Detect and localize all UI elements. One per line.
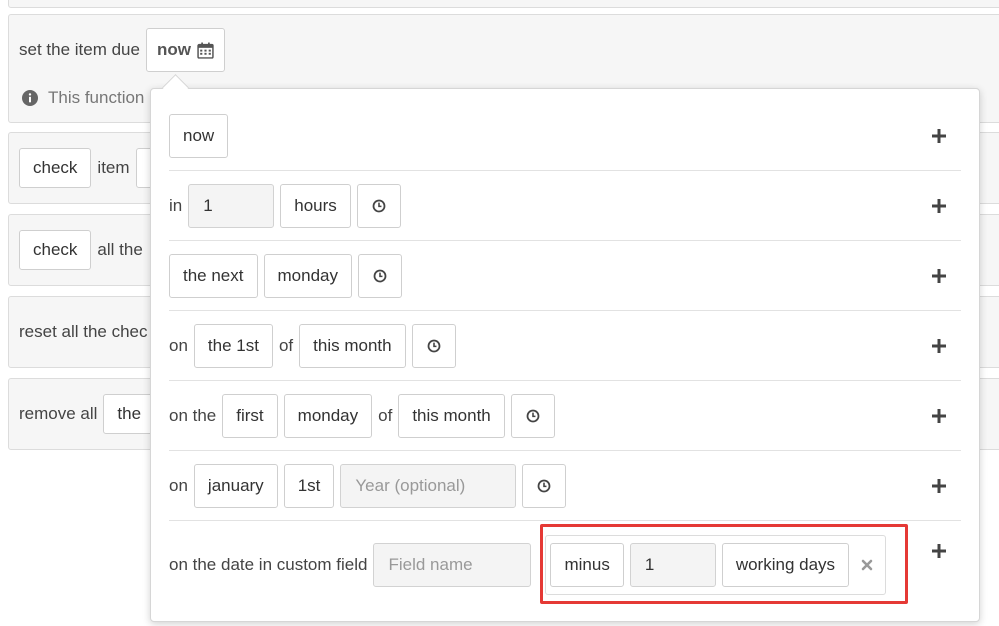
check-item-line: check item [19,148,164,188]
remove-target-button[interactable]: the [103,394,156,434]
option-next-day[interactable]: the next monday [169,241,961,311]
clock-icon [526,409,540,422]
custom-field-prefix: on the date in custom field [169,555,368,574]
offset-amount-input[interactable]: 1 [629,543,716,587]
weekday-select[interactable]: monday [263,253,352,298]
plus-icon[interactable] [931,128,947,144]
check-all-button[interactable]: check [19,230,92,270]
info-text: This function [48,88,145,107]
clock-icon [373,269,387,282]
due-value-button[interactable]: now [145,28,225,72]
option-weekday-of-month[interactable]: on the first monday of this month [169,381,961,451]
option-custom-field[interactable]: on the date in custom field Field name m… [169,521,961,609]
now-button[interactable]: now [169,113,229,158]
on-prefix: on [169,335,188,355]
hours-unit-select[interactable]: hours [280,183,351,228]
on-the-prefix: on the [169,405,217,425]
offset-unit-select[interactable]: working days [721,543,850,587]
year-input[interactable]: Year (optional) [340,463,517,508]
remove-word: remove all [19,404,98,423]
date-offset-box: minus 1 working days [545,535,887,595]
plus-icon[interactable] [931,338,947,354]
option-day-of-month[interactable]: on the 1st of this month [169,311,961,381]
check-all-word: all the [97,240,143,259]
info-line: This function [22,78,144,118]
remove-icon[interactable] [861,559,873,571]
day-select[interactable]: the 1st [193,323,273,368]
month-select[interactable]: this month [398,393,505,438]
info-icon [22,90,38,106]
of-word: of [278,335,294,355]
month-select[interactable]: january [193,463,278,508]
due-line: set the item due now [19,28,225,72]
next-select[interactable]: the next [169,253,258,298]
plus-icon[interactable] [931,543,947,559]
reset-line: reset all the chec [19,312,148,352]
hours-amount-input[interactable]: 1 [188,183,275,228]
check-item-word: item [97,158,130,177]
clock-icon [372,199,386,212]
time-button[interactable] [522,463,567,508]
time-button[interactable] [510,393,555,438]
field-name-input[interactable]: Field name [373,543,532,587]
plus-icon[interactable] [931,198,947,214]
due-date-popup: now in 1 hours the next monday on the 1s… [150,88,980,622]
day-select[interactable]: 1st [283,463,335,508]
plus-icon[interactable] [931,268,947,284]
option-now[interactable]: now [169,101,961,171]
in-prefix: in [169,195,183,215]
remove-line: remove all the [19,394,156,434]
plus-icon[interactable] [931,478,947,494]
plus-icon[interactable] [931,408,947,424]
due-label: set the item due [19,40,140,59]
option-in-hours[interactable]: in 1 hours [169,171,961,241]
month-select[interactable]: this month [299,323,406,368]
check-all-line: check all the [19,230,143,270]
ordinal-select[interactable]: first [222,393,278,438]
rule-card-top [8,0,999,8]
time-button[interactable] [357,253,402,298]
of-word: of [378,405,393,425]
clock-icon [427,339,440,352]
check-item-button[interactable]: check [19,148,92,188]
weekday-select[interactable]: monday [283,393,373,438]
clock-icon [537,479,551,492]
offset-operator-select[interactable]: minus [550,543,624,587]
time-button[interactable] [356,183,401,228]
reset-text: reset all the chec [19,322,148,341]
option-date[interactable]: on january 1st Year (optional) [169,451,961,521]
calendar-icon [197,42,214,59]
on-prefix: on [169,475,188,495]
time-button[interactable] [411,323,456,368]
due-value-text: now [156,40,191,59]
